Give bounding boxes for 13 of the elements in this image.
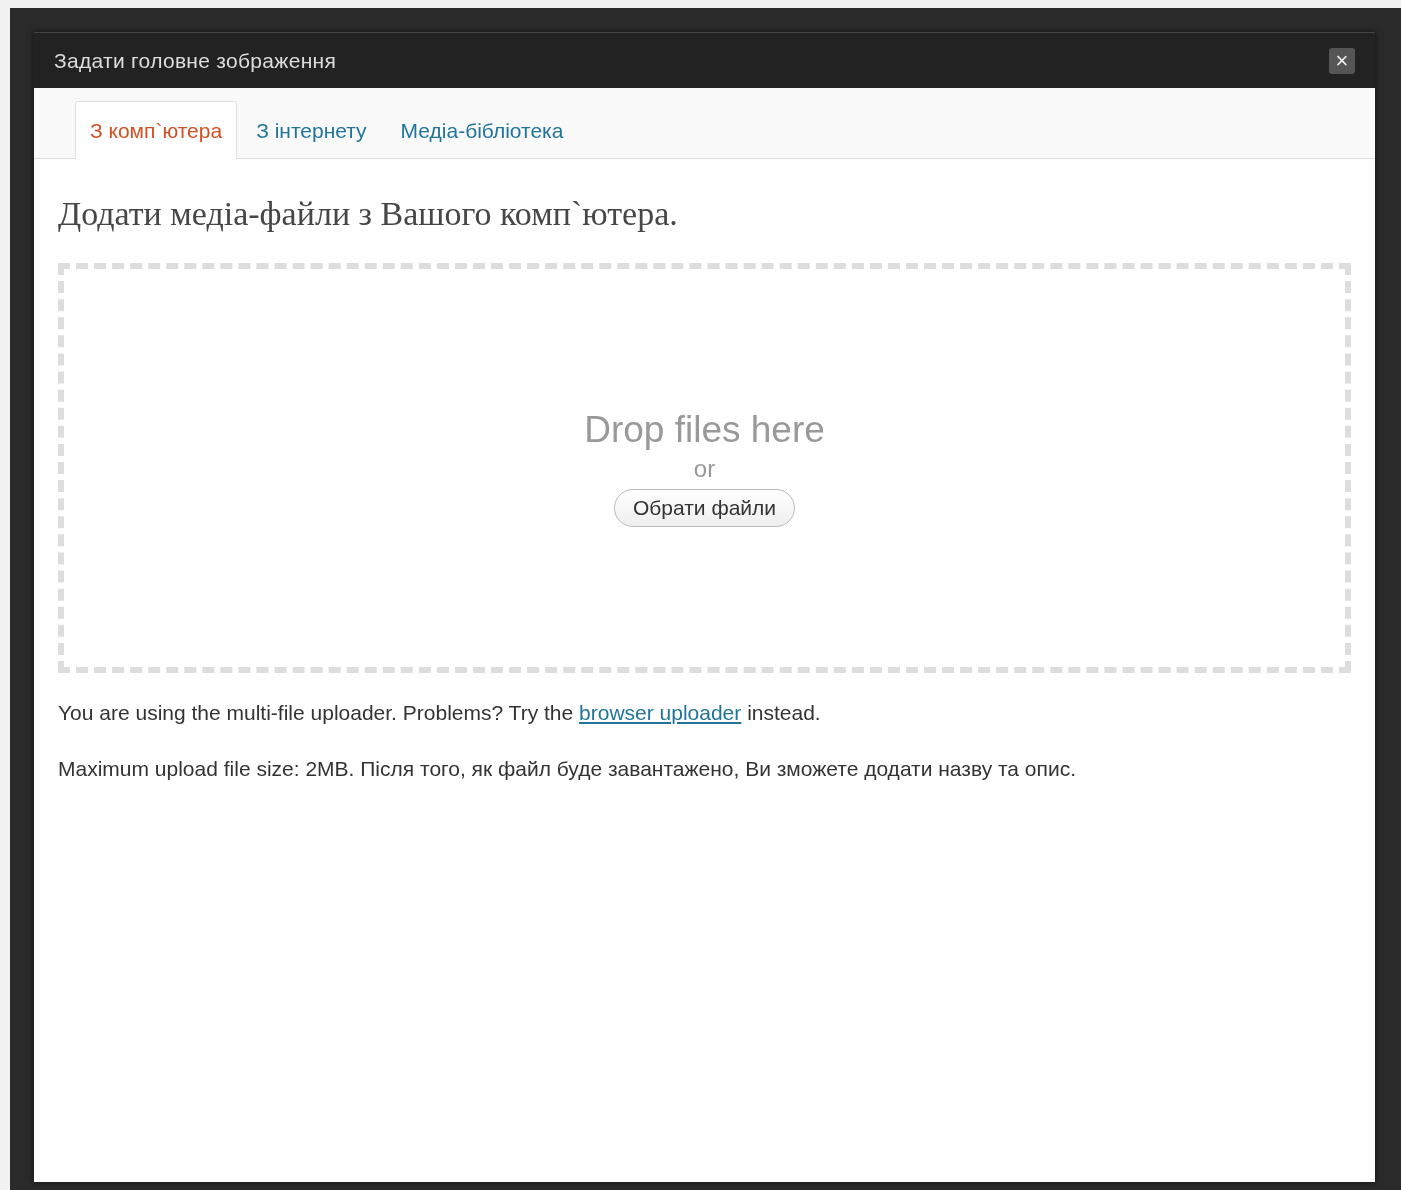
tab[interactable]: З комп`ютера xyxy=(75,101,238,159)
tab[interactable]: З інтернету xyxy=(241,101,382,159)
drop-title: Drop files here xyxy=(584,409,825,451)
section-heading: Додати медіа-файли з Вашого комп`ютера. xyxy=(58,195,679,233)
select-files-button[interactable]: Обрати файли xyxy=(613,489,796,527)
uploader-notice: You are using the multi-file uploader. Problems? Try the browser uploader instead. xyxy=(58,701,822,725)
browser-uploader-link[interactable]: browser uploader xyxy=(579,701,742,724)
max-size-text: Maximum upload file size: 2MB. Після того, як файл буде завантажено, Ви зможете додати назву та опис. xyxy=(58,757,1077,781)
dialog-title: Задати головне зображення xyxy=(54,48,337,73)
tab[interactable]: Медіа-бібліотека xyxy=(385,101,579,159)
close-button[interactable]: × xyxy=(1329,47,1355,74)
or-text: or xyxy=(693,455,716,483)
drop-zone[interactable]: Drop files here or Обрати файли xyxy=(58,263,1351,673)
